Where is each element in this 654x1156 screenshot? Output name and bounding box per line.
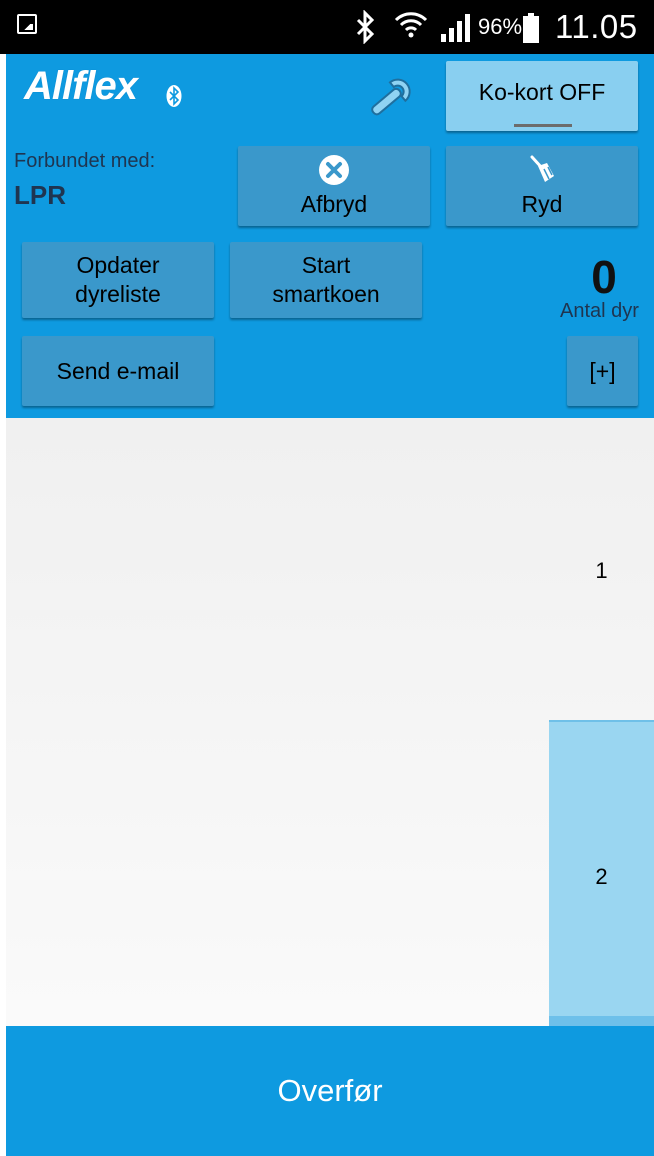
transfer-label: Overfør bbox=[277, 1073, 383, 1108]
battery-icon bbox=[523, 13, 539, 43]
list-item-border bbox=[549, 1016, 654, 1026]
wifi-icon bbox=[394, 12, 428, 38]
expand-label: [+] bbox=[589, 357, 616, 384]
list-item[interactable]: 1 bbox=[549, 558, 654, 588]
allflex-logo: Allflex bbox=[24, 58, 194, 120]
connected-to-label: Forbundet med: bbox=[14, 150, 156, 172]
update-label-line1: Opdater bbox=[76, 252, 160, 278]
logo-text: Allflex bbox=[24, 64, 138, 108]
ko-kort-label: Ko-kort OFF bbox=[478, 78, 606, 105]
toggle-indicator bbox=[514, 124, 572, 127]
signal-icon bbox=[441, 14, 470, 42]
update-animal-list-button[interactable]: Opdater dyreliste bbox=[22, 242, 214, 318]
broom-icon bbox=[530, 155, 554, 182]
connected-device-name: LPR bbox=[14, 180, 66, 210]
clear-button[interactable]: Ryd bbox=[446, 146, 638, 226]
send-email-button[interactable]: Send e-mail bbox=[22, 336, 214, 406]
clock: 11.05 bbox=[555, 8, 638, 45]
image-icon bbox=[17, 14, 37, 34]
battery-percentage: 96% bbox=[478, 14, 523, 39]
bluetooth-icon bbox=[356, 10, 375, 44]
clear-label: Ryd bbox=[521, 190, 563, 217]
transfer-button[interactable]: Overfør bbox=[6, 1026, 654, 1156]
wrench-icon[interactable] bbox=[362, 70, 418, 126]
expand-button[interactable]: [+] bbox=[567, 336, 638, 406]
animal-count: 0 bbox=[591, 251, 617, 303]
update-label-line2: dyreliste bbox=[75, 281, 161, 307]
status-bar: 96% 11.05 bbox=[0, 0, 654, 54]
disconnect-label: Afbryd bbox=[300, 190, 368, 217]
logo-bluetooth-icon bbox=[166, 85, 182, 107]
start-smartkoen-button[interactable]: Start smartkoen bbox=[230, 242, 422, 318]
start-label-line1: Start bbox=[301, 252, 351, 278]
start-label-line2: smartkoen bbox=[272, 281, 380, 307]
animal-list: 1 2 bbox=[6, 418, 654, 1028]
list-item[interactable]: 2 bbox=[549, 864, 654, 890]
close-circle-icon bbox=[319, 154, 349, 185]
animal-count-label: Antal dyr bbox=[560, 300, 639, 322]
ko-kort-toggle-button[interactable]: Ko-kort OFF bbox=[446, 61, 638, 131]
send-email-label: Send e-mail bbox=[56, 357, 180, 384]
disconnect-button[interactable]: Afbryd bbox=[238, 146, 430, 226]
